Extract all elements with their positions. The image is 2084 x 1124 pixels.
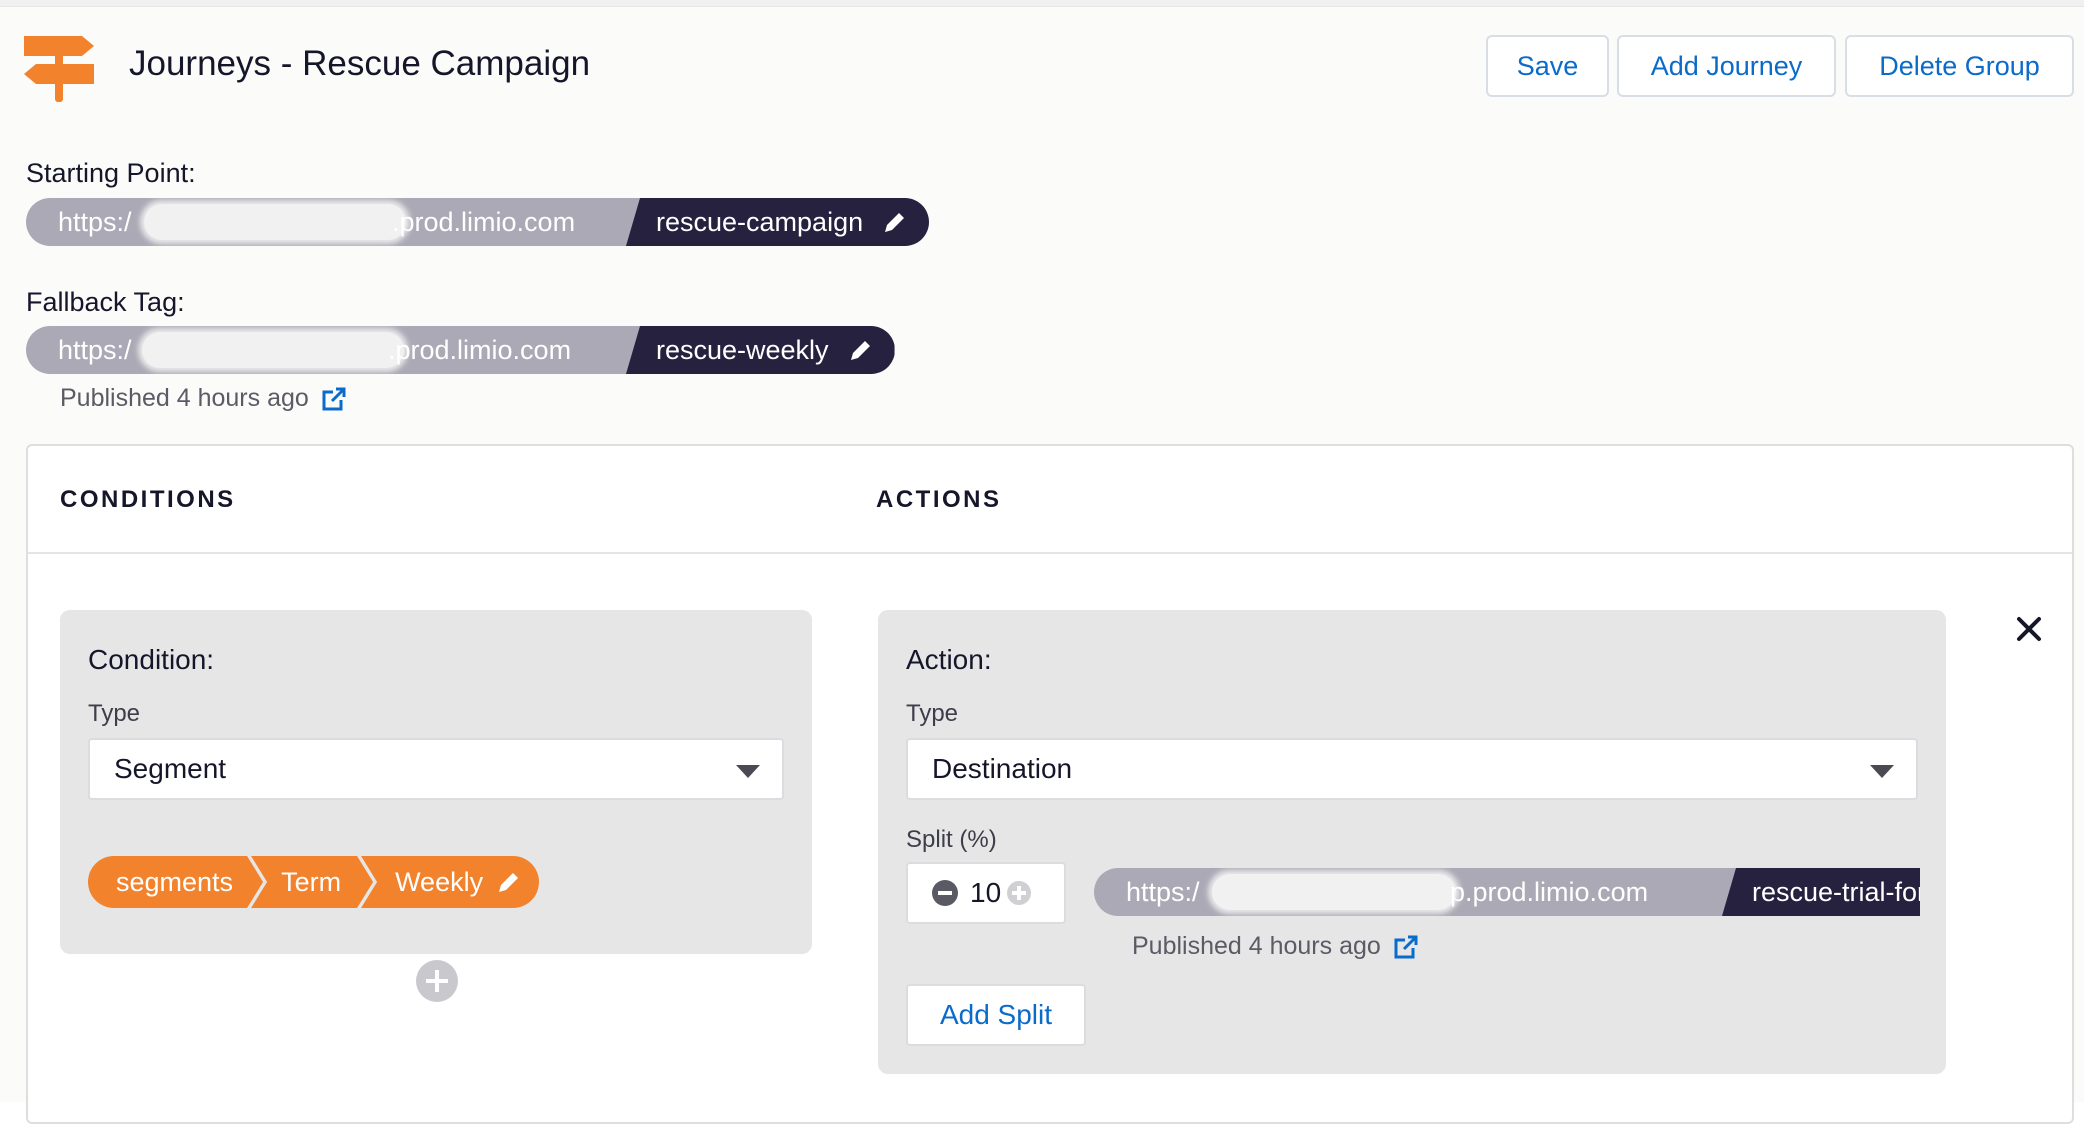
starting-point-label: Starting Point: [26, 158, 196, 188]
url-domain: .prod.limio.com [388, 334, 572, 365]
pencil-icon[interactable] [849, 338, 873, 362]
action-title: Action: [906, 644, 992, 675]
url-prefix: https:/ [58, 206, 132, 237]
action-type-select[interactable]: Destination [906, 738, 1918, 800]
chip-label: segments [116, 866, 234, 897]
save-button[interactable]: Save [1486, 35, 1609, 97]
chevron-down-icon [736, 765, 760, 778]
split-label: Split (%) [906, 826, 997, 853]
signpost-icon [24, 36, 94, 102]
conditions-header: CONDITIONS [60, 486, 236, 513]
segment-chips[interactable]: segments Term Weekly [88, 856, 540, 908]
external-link-icon[interactable] [1393, 934, 1419, 960]
url-prefix: https:/ [58, 334, 132, 365]
chip-weekly[interactable]: Weekly [361, 856, 540, 908]
url-prefix: https:/ [1126, 876, 1200, 907]
published-text: Published 4 hours ago [60, 384, 309, 412]
url-base: https:/ .prod.limio.com [26, 326, 640, 374]
fallback-tag[interactable]: rescue-weekly [626, 326, 895, 374]
journey-editor-page: Journeys - Rescue Campaign Save Add Jour… [0, 0, 2084, 1124]
minus-icon[interactable] [932, 880, 958, 906]
condition-type-select[interactable]: Segment [88, 738, 784, 800]
top-border [0, 0, 2084, 7]
action-card: Action: Type Destination Split (%) 10 ht… [878, 610, 1946, 1074]
page-title: Journeys - Rescue Campaign [129, 44, 591, 83]
published-text: Published 4 hours ago [1132, 932, 1381, 960]
select-value: Destination [932, 753, 1073, 784]
condition-type-label: Type [88, 700, 141, 727]
pencil-icon[interactable] [497, 870, 521, 894]
url-base: https:/ p.prod.limio.com [1094, 868, 1736, 916]
starting-point-tag[interactable]: rescue-campaign [626, 198, 930, 246]
url-domain: p.prod.limio.com [1450, 876, 1649, 907]
actions-header: ACTIONS [876, 486, 1002, 513]
add-journey-button[interactable]: Add Journey [1617, 35, 1836, 97]
chip-label: Weekly [395, 866, 484, 897]
add-split-button[interactable]: Add Split [906, 984, 1086, 1046]
starting-point-url[interactable]: https:/ .prod.limio.com rescue-campaign [26, 198, 930, 246]
url-domain: .prod.limio.com [392, 206, 576, 237]
pencil-icon[interactable] [883, 210, 907, 234]
redacted-subdomain [144, 204, 406, 240]
journey-rules-panel: CONDITIONS ACTIONS Condition: Type Segme… [26, 444, 2074, 1124]
chip-label: Term [281, 866, 342, 897]
split-value[interactable]: 10 [970, 877, 1001, 909]
fallback-tag-label: Fallback Tag: [26, 287, 185, 317]
select-value: Segment [114, 753, 227, 784]
chip-term[interactable]: Term [251, 856, 373, 908]
close-icon[interactable] [2014, 614, 2044, 644]
chevron-down-icon [1870, 765, 1894, 778]
fallback-published-status: Published 4 hours ago [60, 384, 347, 413]
tag-text: rescue-campaign [656, 206, 864, 237]
tag-text: rescue-trial-fortni [1752, 876, 1920, 907]
tag-text: rescue-weekly [656, 334, 829, 365]
action-destination-tag[interactable]: rescue-trial-fortni [1722, 868, 1920, 916]
action-type-label: Type [906, 700, 959, 727]
condition-card: Condition: Type Segment segments Term We… [60, 610, 812, 954]
split-stepper[interactable]: 10 [906, 862, 1066, 924]
header-divider [28, 552, 2072, 554]
delete-group-button[interactable]: Delete Group [1845, 35, 2074, 97]
fallback-tag-url[interactable]: https:/ .prod.limio.com rescue-weekly [26, 326, 895, 374]
external-link-icon[interactable] [321, 386, 347, 412]
redacted-subdomain [142, 332, 404, 368]
chip-segments[interactable]: segments [88, 856, 263, 908]
add-condition-icon[interactable] [416, 960, 458, 1002]
condition-title: Condition: [88, 644, 215, 675]
action-published-status: Published 4 hours ago [1132, 932, 1419, 961]
url-base: https:/ .prod.limio.com [26, 198, 640, 246]
action-destination-url[interactable]: https:/ p.prod.limio.com rescue-trial-fo… [1094, 868, 1920, 916]
redacted-subdomain [1212, 874, 1456, 910]
plus-icon[interactable] [1007, 881, 1032, 905]
